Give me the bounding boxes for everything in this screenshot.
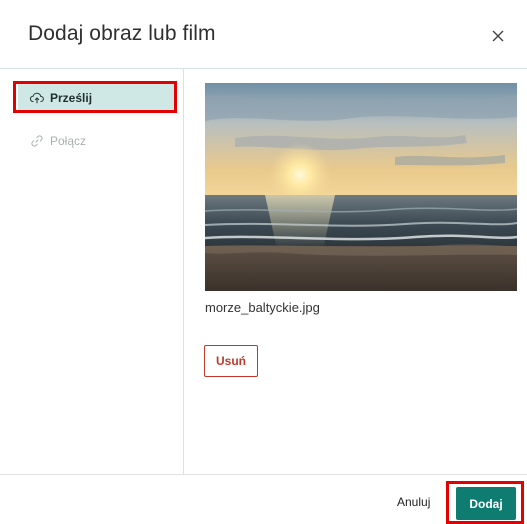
dialog-title: Dodaj obraz lub film [28,22,216,45]
add-button[interactable]: Dodaj [456,487,516,520]
close-icon[interactable] [490,28,506,44]
cancel-button[interactable]: Anuluj [397,495,430,509]
sidebar-item-link[interactable]: Połącz [18,126,176,156]
uploaded-image-preview [205,83,517,291]
sidebar-item-upload[interactable]: Prześlij [18,83,176,113]
sidebar-divider [183,69,184,474]
footer-divider [0,474,527,475]
remove-button[interactable]: Usuń [204,345,258,377]
image-filename: morze_baltyckie.jpg [205,300,320,315]
sidebar-item-label: Prześlij [50,91,93,105]
link-icon [31,135,43,147]
header-divider [0,68,527,69]
cloud-upload-icon [30,92,44,104]
sidebar-item-label: Połącz [50,134,87,148]
